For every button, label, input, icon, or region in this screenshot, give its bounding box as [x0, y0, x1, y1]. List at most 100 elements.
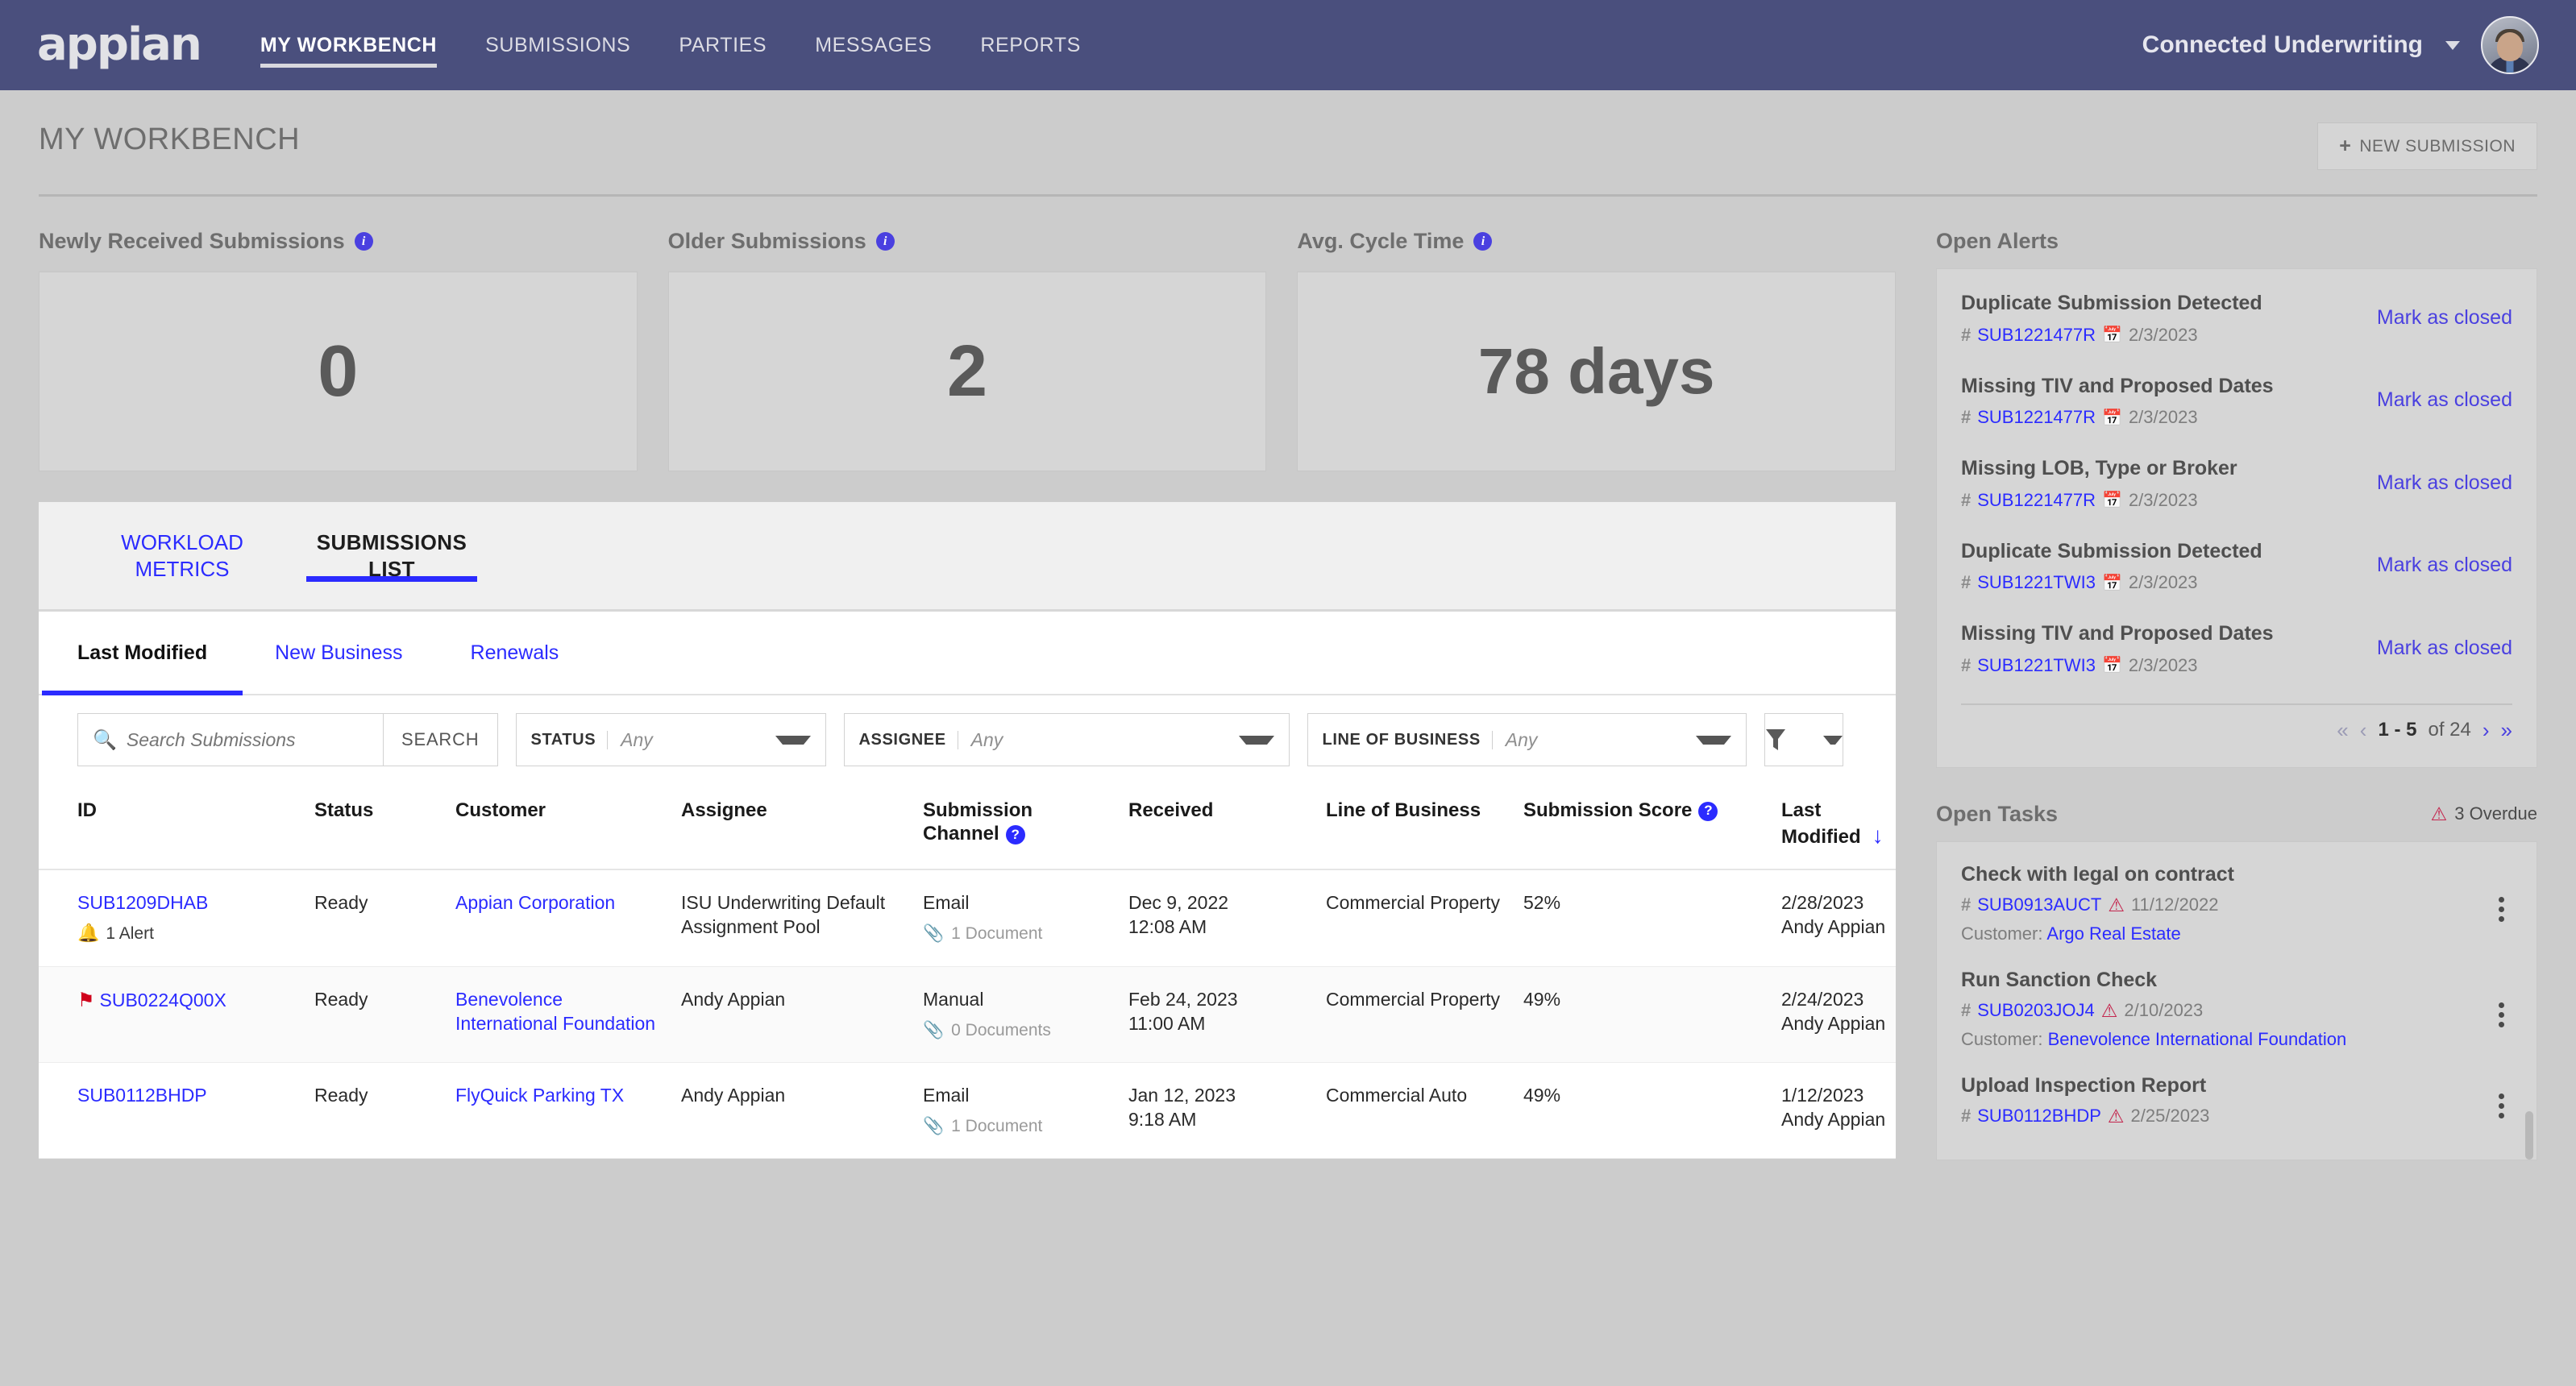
info-icon[interactable]: i [875, 232, 895, 251]
submission-id-link[interactable]: SUB1209DHAB [77, 892, 208, 913]
alert-submission-link[interactable]: SUB1221477R [1977, 407, 2096, 428]
kpi-value: 78 days [1477, 335, 1715, 407]
cell-received: Dec 9, 2022 12:08 AM [1119, 869, 1316, 967]
kpi-row: Newly Received Submissions i 0 Older Sub… [39, 229, 1897, 471]
alert-item[interactable]: Duplicate Submission Detected # SUB12214… [1961, 290, 2512, 346]
column-header-received[interactable]: Received [1119, 781, 1316, 871]
column-header-line-of-business[interactable]: Line of Business [1316, 781, 1514, 871]
nav-item-reports[interactable]: REPORTS [956, 0, 1105, 90]
task-customer-link[interactable]: Benevolence International Foundation [2048, 1029, 2347, 1049]
hash-icon: # [1961, 1000, 1971, 1020]
pagination-first-button[interactable]: « [2337, 718, 2348, 743]
alert-item[interactable]: Duplicate Submission Detected # SUB1221T… [1961, 538, 2512, 594]
sort-descending-icon[interactable]: ↓ [1872, 823, 1884, 848]
new-submission-button[interactable]: + NEW SUBMISSION [2317, 122, 2537, 170]
chevron-down-icon[interactable] [2445, 40, 2460, 50]
cell-last-modified: 2/28/2023 Andy Appian [1772, 869, 1896, 967]
advanced-filter-button[interactable] [1764, 713, 1843, 766]
info-icon[interactable]: i [354, 232, 373, 251]
mark-as-closed-link[interactable]: Mark as closed [2377, 471, 2512, 495]
search-input-wrapper[interactable]: 🔍 [77, 713, 384, 766]
row-alert-text: 1 Alert [106, 923, 154, 943]
pagination-prev-button[interactable]: ‹ [2360, 718, 2367, 743]
alert-submission-link[interactable]: SUB1221TWI3 [1977, 655, 2096, 676]
assignee-filter-label: ASSIGNEE [859, 730, 958, 749]
subtab-last-modified[interactable]: Last Modified [41, 612, 243, 695]
cell-last-modified: 1/12/2023 Andy Appian [1772, 1062, 1896, 1160]
customer-link[interactable]: FlyQuick Parking TX [455, 1085, 624, 1106]
kpi-value-box: 0 [39, 272, 638, 471]
nav-item-submissions[interactable]: SUBMISSIONS [461, 0, 654, 90]
nav-item-parties[interactable]: PARTIES [654, 0, 791, 90]
received-time: 9:18 AM [1128, 1108, 1197, 1130]
appian-logo[interactable]: appian [37, 23, 202, 68]
task-customer-label: Customer: [1961, 1028, 2043, 1049]
table-row[interactable]: ⚑ SUB0224Q00X Ready Benevolence Internati… [39, 966, 1896, 1064]
info-icon[interactable]: i [1473, 232, 1493, 251]
help-icon[interactable]: ? [1698, 801, 1718, 821]
task-menu-button[interactable] [2491, 886, 2512, 922]
task-item[interactable]: Upload Inspection Report # SUB0112BHDP ⚠… [1961, 1074, 2512, 1127]
alert-meta: # SUB1221477R 📅 2/3/2023 [1961, 325, 2362, 346]
task-item[interactable]: Run Sanction Check # SUB0203JOJ4 ⚠ 2/10/… [1961, 969, 2512, 1050]
column-header-status[interactable]: Status [305, 781, 446, 871]
search-button[interactable]: SEARCH [384, 713, 498, 766]
search-input[interactable] [126, 728, 368, 751]
mark-as-closed-link[interactable]: Mark as closed [2377, 554, 2512, 577]
panel-scrollbar[interactable] [2525, 1110, 2533, 1160]
alert-item[interactable]: Missing TIV and Proposed Dates # SUB1221… [1961, 620, 2512, 676]
alert-submission-link[interactable]: SUB1221477R [1977, 325, 2096, 346]
alert-item[interactable]: Missing LOB, Type or Broker # SUB1221477… [1961, 455, 2512, 511]
column-header-submission-score[interactable]: Submission Score? [1514, 781, 1772, 871]
task-submission-link[interactable]: SUB0913AUCT [1977, 894, 2101, 915]
avatar[interactable] [2481, 16, 2539, 74]
mark-as-closed-link[interactable]: Mark as closed [2377, 637, 2512, 660]
tab-submissions-list[interactable]: SUBMISSIONS LIST [287, 502, 497, 609]
hash-icon: # [1961, 1106, 1971, 1126]
task-submission-link[interactable]: SUB0203JOJ4 [1977, 1000, 2095, 1021]
submission-id-link[interactable]: SUB0224Q00X [100, 990, 226, 1010]
status-filter-value: Any [621, 728, 653, 750]
column-label: ID [77, 799, 97, 821]
mark-as-closed-link[interactable]: Mark as closed [2377, 306, 2512, 330]
submission-id-link[interactable]: SUB0112BHDP [77, 1085, 207, 1106]
task-submission-link[interactable]: SUB0112BHDP [1977, 1106, 2101, 1127]
nav-item-messages[interactable]: MESSAGES [791, 0, 956, 90]
task-item[interactable]: Check with legal on contract # SUB0913AU… [1961, 863, 2512, 944]
customer-link[interactable]: Benevolence International Foundation [455, 989, 655, 1034]
mark-as-closed-link[interactable]: Mark as closed [2377, 388, 2512, 412]
table-row[interactable]: SUB0112BHDP Ready FlyQuick Parking TX An… [39, 1062, 1896, 1160]
received-date: Feb 24, 2023 [1128, 988, 1238, 1010]
pagination-next-button[interactable]: › [2483, 718, 2490, 743]
column-header-submission-channel[interactable]: Submission Channel? [913, 781, 1119, 871]
hash-icon: # [1961, 572, 1971, 592]
kpi-card-avg-cycle-time: Avg. Cycle Time i 78 days [1297, 229, 1897, 471]
nav-item-my-workbench[interactable]: MY WORKBENCH [260, 0, 461, 90]
column-header-assignee[interactable]: Assignee [671, 781, 913, 871]
subtab-new-business[interactable]: New Business [275, 612, 402, 694]
kpi-label-text: Newly Received Submissions [39, 229, 345, 253]
assignee-filter-dropdown[interactable]: ASSIGNEE Any [843, 713, 1290, 766]
tab-workload-metrics[interactable]: WORKLOAD METRICS [77, 502, 287, 609]
column-header-id[interactable]: ID [39, 781, 305, 871]
task-menu-button[interactable] [2491, 1082, 2512, 1118]
line-of-business-filter-dropdown[interactable]: LINE OF BUSINESS Any [1307, 713, 1747, 766]
status-filter-dropdown[interactable]: STATUS Any [515, 713, 826, 766]
task-menu-button[interactable] [2491, 991, 2512, 1027]
alert-submission-link[interactable]: SUB1221477R [1977, 490, 2096, 511]
customer-link[interactable]: Appian Corporation [455, 892, 615, 913]
task-due-date: 11/12/2022 [2130, 894, 2219, 915]
column-header-last-modified[interactable]: Last Modified ↓ [1772, 781, 1896, 871]
plus-icon: + [2339, 135, 2352, 157]
alert-item[interactable]: Missing TIV and Proposed Dates # SUB1221… [1961, 373, 2512, 429]
alert-meta: # SUB1221TWI3 📅 2/3/2023 [1961, 572, 2362, 593]
task-customer-link[interactable]: Argo Real Estate [2046, 923, 2180, 944]
help-icon[interactable]: ? [1005, 824, 1025, 844]
org-name-label[interactable]: Connected Underwriting [2142, 31, 2423, 59]
table-row[interactable]: SUB1209DHAB 🔔 1 Alert Ready Appian Corpo… [39, 869, 1896, 967]
column-header-customer[interactable]: Customer [446, 781, 671, 871]
subtab-renewals[interactable]: Renewals [471, 612, 559, 694]
alert-submission-link[interactable]: SUB1221TWI3 [1977, 572, 2096, 593]
chevron-down-icon [1238, 735, 1274, 745]
pagination-last-button[interactable]: » [2501, 718, 2512, 743]
